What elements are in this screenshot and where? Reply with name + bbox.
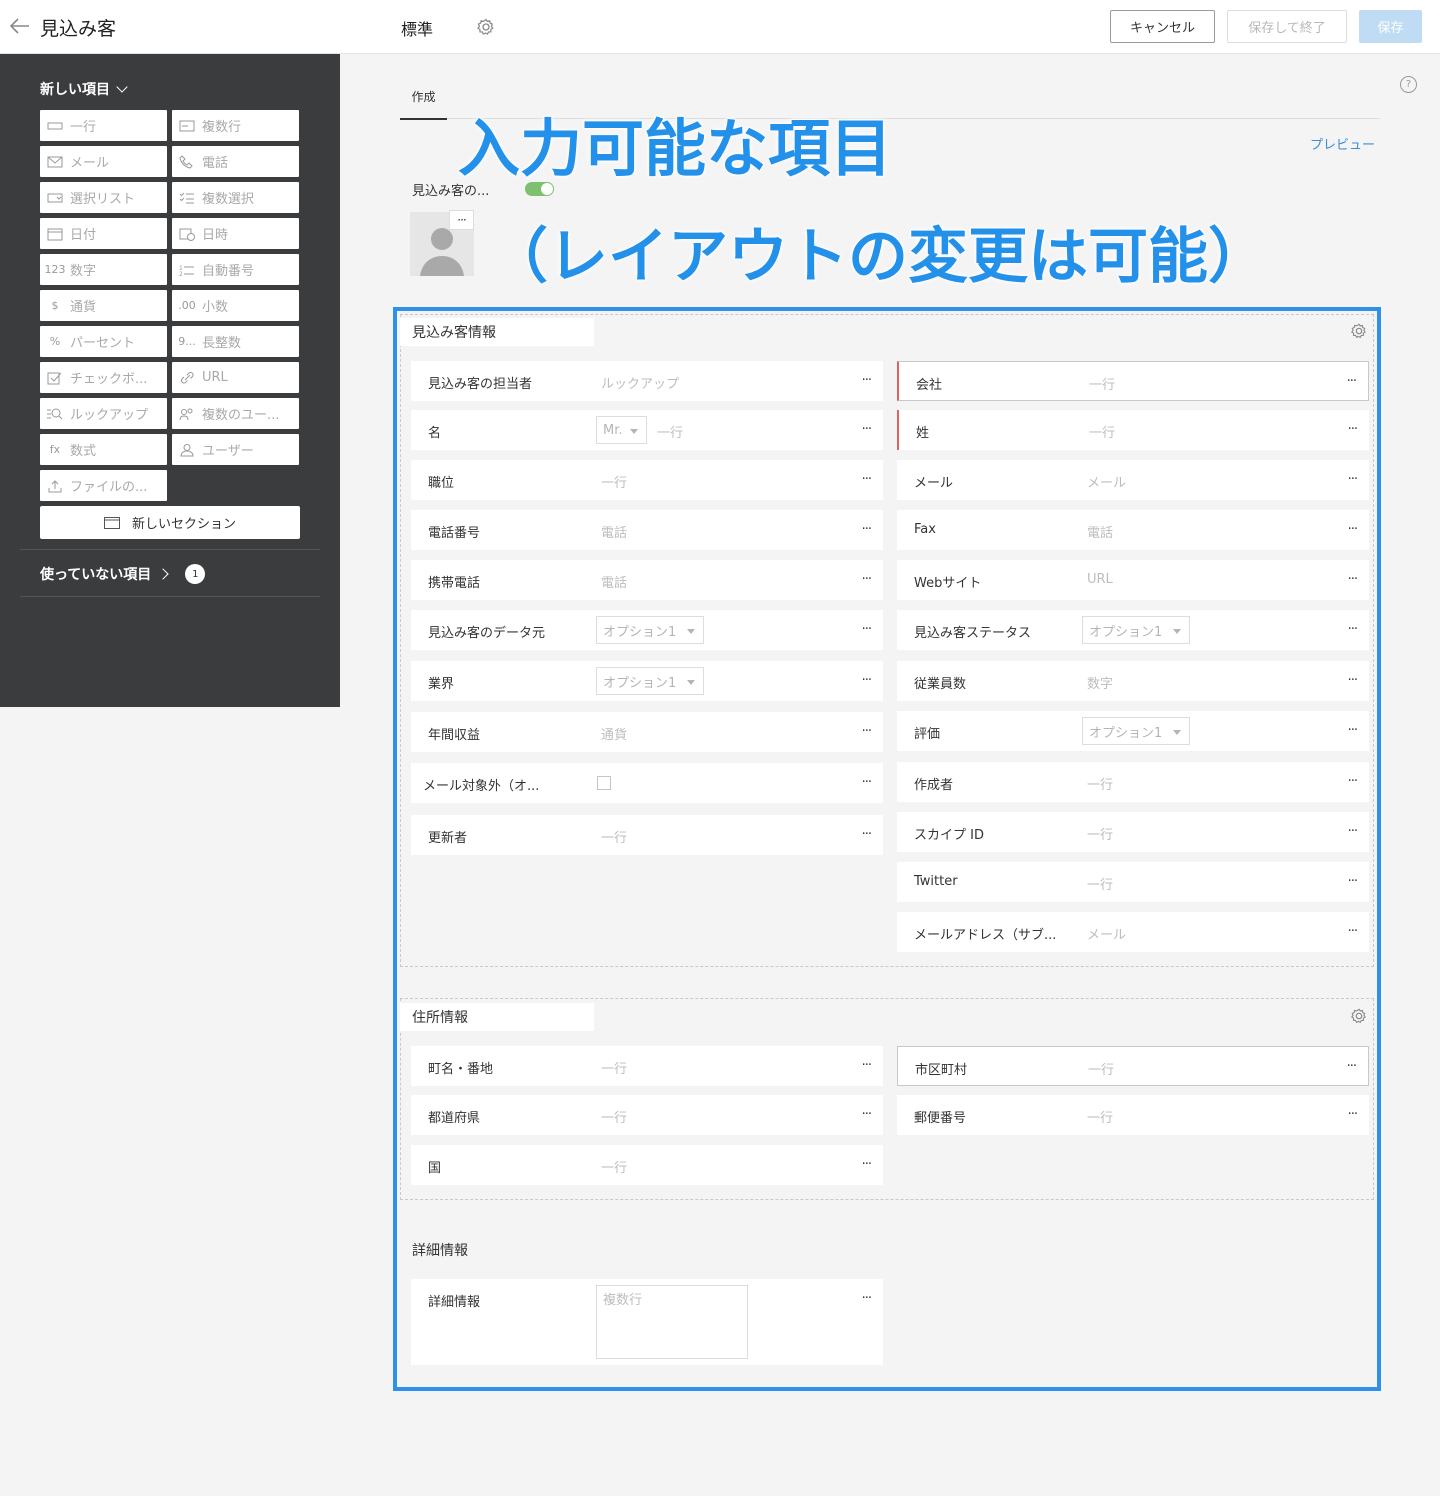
- palette-item[interactable]: ユーザー: [172, 434, 299, 465]
- chevron-right-icon: [157, 568, 169, 580]
- palette-item[interactable]: ファイルの...: [40, 470, 167, 501]
- palette-item-label: ルックアップ: [70, 408, 149, 423]
- top-bar: 見込み客 標準 キャンセル 保存して終了 保存: [0, 0, 1440, 54]
- cancel-button[interactable]: キャンセル: [1110, 10, 1215, 43]
- palette-item-label: ファイルの...: [70, 480, 148, 495]
- palette-item[interactable]: $ 通貨: [40, 290, 167, 321]
- palette-item-label: URL: [202, 370, 228, 385]
- palette-item[interactable]: 日付: [40, 218, 167, 249]
- palette-item-label: 小数: [202, 300, 229, 315]
- layout-name: 標準: [401, 20, 434, 39]
- save-and-close-button[interactable]: 保存して終了: [1227, 10, 1347, 43]
- lookup-icon: [40, 407, 70, 421]
- preview-link[interactable]: プレビュー: [1310, 134, 1375, 153]
- palette-item-label: メール: [70, 156, 110, 171]
- new-items-title: 新しい項目: [40, 82, 110, 98]
- back-arrow-icon[interactable]: [8, 14, 32, 38]
- palette-item-label: 一行: [70, 120, 97, 135]
- palette-item[interactable]: 日時: [172, 218, 299, 249]
- formula-icon: fx: [49, 443, 61, 456]
- multi-line-icon: [172, 119, 202, 133]
- palette-item-label: 数字: [70, 264, 97, 279]
- datetime-icon: [172, 227, 202, 241]
- palette-item-label: 長整数: [202, 336, 242, 351]
- palette-item-label: 日付: [70, 228, 97, 243]
- palette-item-label: チェックボ...: [70, 372, 148, 387]
- palette-item-label: 自動番号: [202, 264, 255, 279]
- palette-item[interactable]: .00 小数: [172, 290, 299, 321]
- autonumber-icon: 12: [172, 263, 202, 277]
- annotation-subtitle: （レイアウトの変更は可能）: [487, 221, 1269, 293]
- new-section-button[interactable]: 新しいセクション: [40, 506, 300, 539]
- palette-item[interactable]: 9... 長整数: [172, 326, 299, 357]
- chevron-down-icon: [116, 81, 128, 93]
- palette-item[interactable]: 123 数字: [40, 254, 167, 285]
- palette-item-label: 複数選択: [202, 192, 255, 207]
- palette-item[interactable]: URL: [172, 362, 299, 393]
- annotation-title: 入力可能な項目: [457, 111, 893, 186]
- divider: [20, 596, 320, 597]
- palette-item[interactable]: 一行: [40, 110, 167, 141]
- multiselect-icon: [172, 191, 202, 205]
- palette-item[interactable]: fx 数式: [40, 434, 167, 465]
- palette-item[interactable]: 選択リスト: [40, 182, 167, 213]
- palette-item-label: ユーザー: [202, 444, 254, 459]
- link-icon: [172, 371, 202, 385]
- highlight-frame: [393, 307, 1381, 1391]
- palette-item[interactable]: ルックアップ: [40, 398, 167, 429]
- percent-icon: %: [49, 335, 61, 348]
- palette-item[interactable]: % パーセント: [40, 326, 167, 357]
- date-icon: [40, 227, 70, 241]
- upload-icon: [40, 479, 70, 493]
- unused-items-header[interactable]: 使っていない項目 1: [40, 564, 206, 584]
- new-items-header[interactable]: 新しい項目: [40, 79, 128, 99]
- tab-create[interactable]: 作成: [400, 88, 447, 120]
- unused-count-badge: 1: [185, 564, 206, 584]
- field-palette-sidebar: 新しい項目 一行 複数行 メール 電話 選択リスト 複数選択 日付 日時 123 数字 1 2 自動番号…: [0, 54, 340, 707]
- picklist-icon: [40, 191, 70, 205]
- page-title: 見込み客: [40, 18, 117, 40]
- help-icon[interactable]: ?: [1400, 76, 1417, 93]
- phone-icon: [172, 154, 202, 169]
- palette-item[interactable]: 複数選択: [172, 182, 299, 213]
- currency-icon: $: [51, 299, 59, 312]
- palette-item-label: 複数行: [202, 120, 242, 135]
- save-button[interactable]: 保存: [1359, 10, 1422, 43]
- palette-item-label: 選択リスト: [70, 192, 136, 207]
- palette-item-label: 数式: [70, 444, 97, 459]
- multi-user-icon: [172, 407, 202, 421]
- checkbox-icon: [40, 371, 70, 385]
- section-icon: [103, 516, 120, 529]
- unused-items-title: 使っていない項目: [40, 567, 152, 583]
- palette-item[interactable]: チェックボ...: [40, 362, 167, 393]
- palette-item[interactable]: 複数行: [172, 110, 299, 141]
- palette-item-label: 日時: [202, 228, 229, 243]
- palette-item[interactable]: 複数のユー...: [172, 398, 299, 429]
- email-icon: [40, 155, 70, 169]
- number-icon: 123: [44, 263, 66, 276]
- avatar-more-menu-icon[interactable]: ···: [449, 210, 474, 230]
- decimal-icon: .00: [178, 299, 196, 312]
- long-integer-icon: 9...: [178, 335, 196, 348]
- palette-item-label: 電話: [202, 156, 229, 171]
- single-line-icon: [40, 119, 70, 133]
- palette-item-label: 複数のユー...: [202, 408, 280, 423]
- divider: [20, 549, 320, 550]
- layout-settings-gear-icon[interactable]: [476, 17, 496, 37]
- svg-text:2: 2: [179, 271, 183, 277]
- new-section-label: 新しいセクション: [131, 517, 236, 532]
- palette-item-label: パーセント: [70, 336, 136, 351]
- palette-item[interactable]: 1 2 自動番号: [172, 254, 299, 285]
- palette-item[interactable]: 電話: [172, 146, 299, 177]
- palette-item-label: 通貨: [70, 300, 97, 315]
- user-icon: [172, 443, 202, 457]
- palette-item[interactable]: メール: [40, 146, 167, 177]
